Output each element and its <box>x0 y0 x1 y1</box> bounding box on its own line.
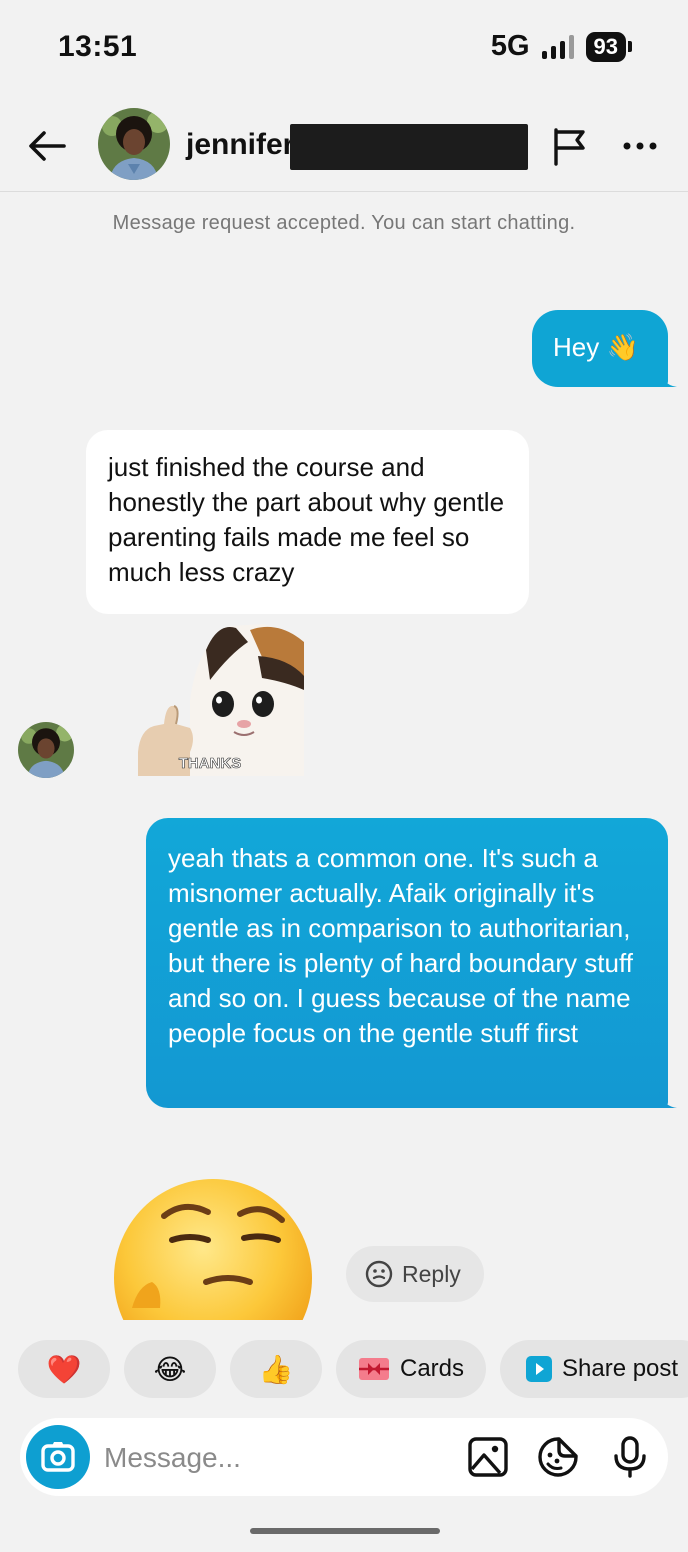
battery-icon: 93 <box>585 31 632 62</box>
message-text: just finished the course and honestly th… <box>108 452 505 587</box>
system-message: Message request accepted. You can start … <box>112 212 576 234</box>
cards-button[interactable]: Cards <box>336 1340 486 1398</box>
status-indicators: 5G 93 <box>491 30 632 63</box>
thumbs-up-icon: 👍 <box>258 1353 294 1385</box>
signal-icon <box>541 34 574 59</box>
reply-button[interactable]: Reply <box>346 1246 484 1302</box>
contact-avatar-small[interactable] <box>18 722 74 778</box>
quick-actions: ❤️ 😂 👍 Cards Share post <box>18 1340 688 1398</box>
contact-name[interactable]: jennifer <box>186 128 294 162</box>
more-icon[interactable] <box>620 136 660 156</box>
message-bubble-outgoing[interactable]: yeah thats a common one. It's such a mis… <box>146 818 677 1108</box>
network-type: 5G <box>490 30 530 62</box>
chat-header: jennifer <box>0 100 688 192</box>
gallery-icon[interactable] <box>467 1436 509 1478</box>
cards-label: Cards <box>399 1355 465 1382</box>
cards-icon <box>358 1358 389 1380</box>
sticker-icon[interactable] <box>537 1436 579 1478</box>
camera-icon <box>41 1442 75 1472</box>
back-arrow-icon[interactable] <box>26 126 68 166</box>
emoji-react-icon <box>365 1260 393 1288</box>
message-composer <box>20 1418 668 1496</box>
share-post-button[interactable]: Share post <box>500 1340 688 1398</box>
status-time: 13:51 <box>58 30 138 63</box>
sticker-caption: THANKS <box>179 755 242 772</box>
home-indicator[interactable] <box>250 1528 440 1534</box>
message-bubble-outgoing[interactable]: Hey 👋 <box>532 310 677 387</box>
thanks-sticker[interactable]: THANKS <box>138 620 304 776</box>
reply-label: Reply <box>402 1260 461 1287</box>
message-bubble-incoming[interactable]: just finished the course and honestly th… <box>86 430 529 614</box>
quick-laugh-button[interactable]: 😂 <box>124 1340 216 1398</box>
chat-screen: 13:51 5G 93 jennifer Message request acc… <box>0 0 688 1552</box>
camera-button[interactable] <box>26 1425 90 1489</box>
microphone-icon[interactable] <box>609 1436 651 1478</box>
share-post-icon <box>526 1356 552 1382</box>
flag-icon[interactable] <box>550 126 590 166</box>
quick-thumbs-up-button[interactable]: 👍 <box>230 1340 322 1398</box>
message-text: yeah thats a common one. It's such a mis… <box>168 843 633 1048</box>
battery-level: 93 <box>585 31 626 62</box>
heart-icon: ❤️ <box>46 1353 82 1385</box>
message-text: Hey 👋 <box>553 332 639 362</box>
quick-heart-button[interactable]: ❤️ <box>18 1340 110 1398</box>
contact-avatar[interactable] <box>98 108 170 180</box>
redaction-bar <box>290 124 528 170</box>
thinking-emoji-message[interactable] <box>112 1178 314 1320</box>
laugh-icon: 😂 <box>153 1353 187 1385</box>
message-input[interactable] <box>104 1438 444 1478</box>
share-post-label: Share post <box>562 1355 679 1382</box>
